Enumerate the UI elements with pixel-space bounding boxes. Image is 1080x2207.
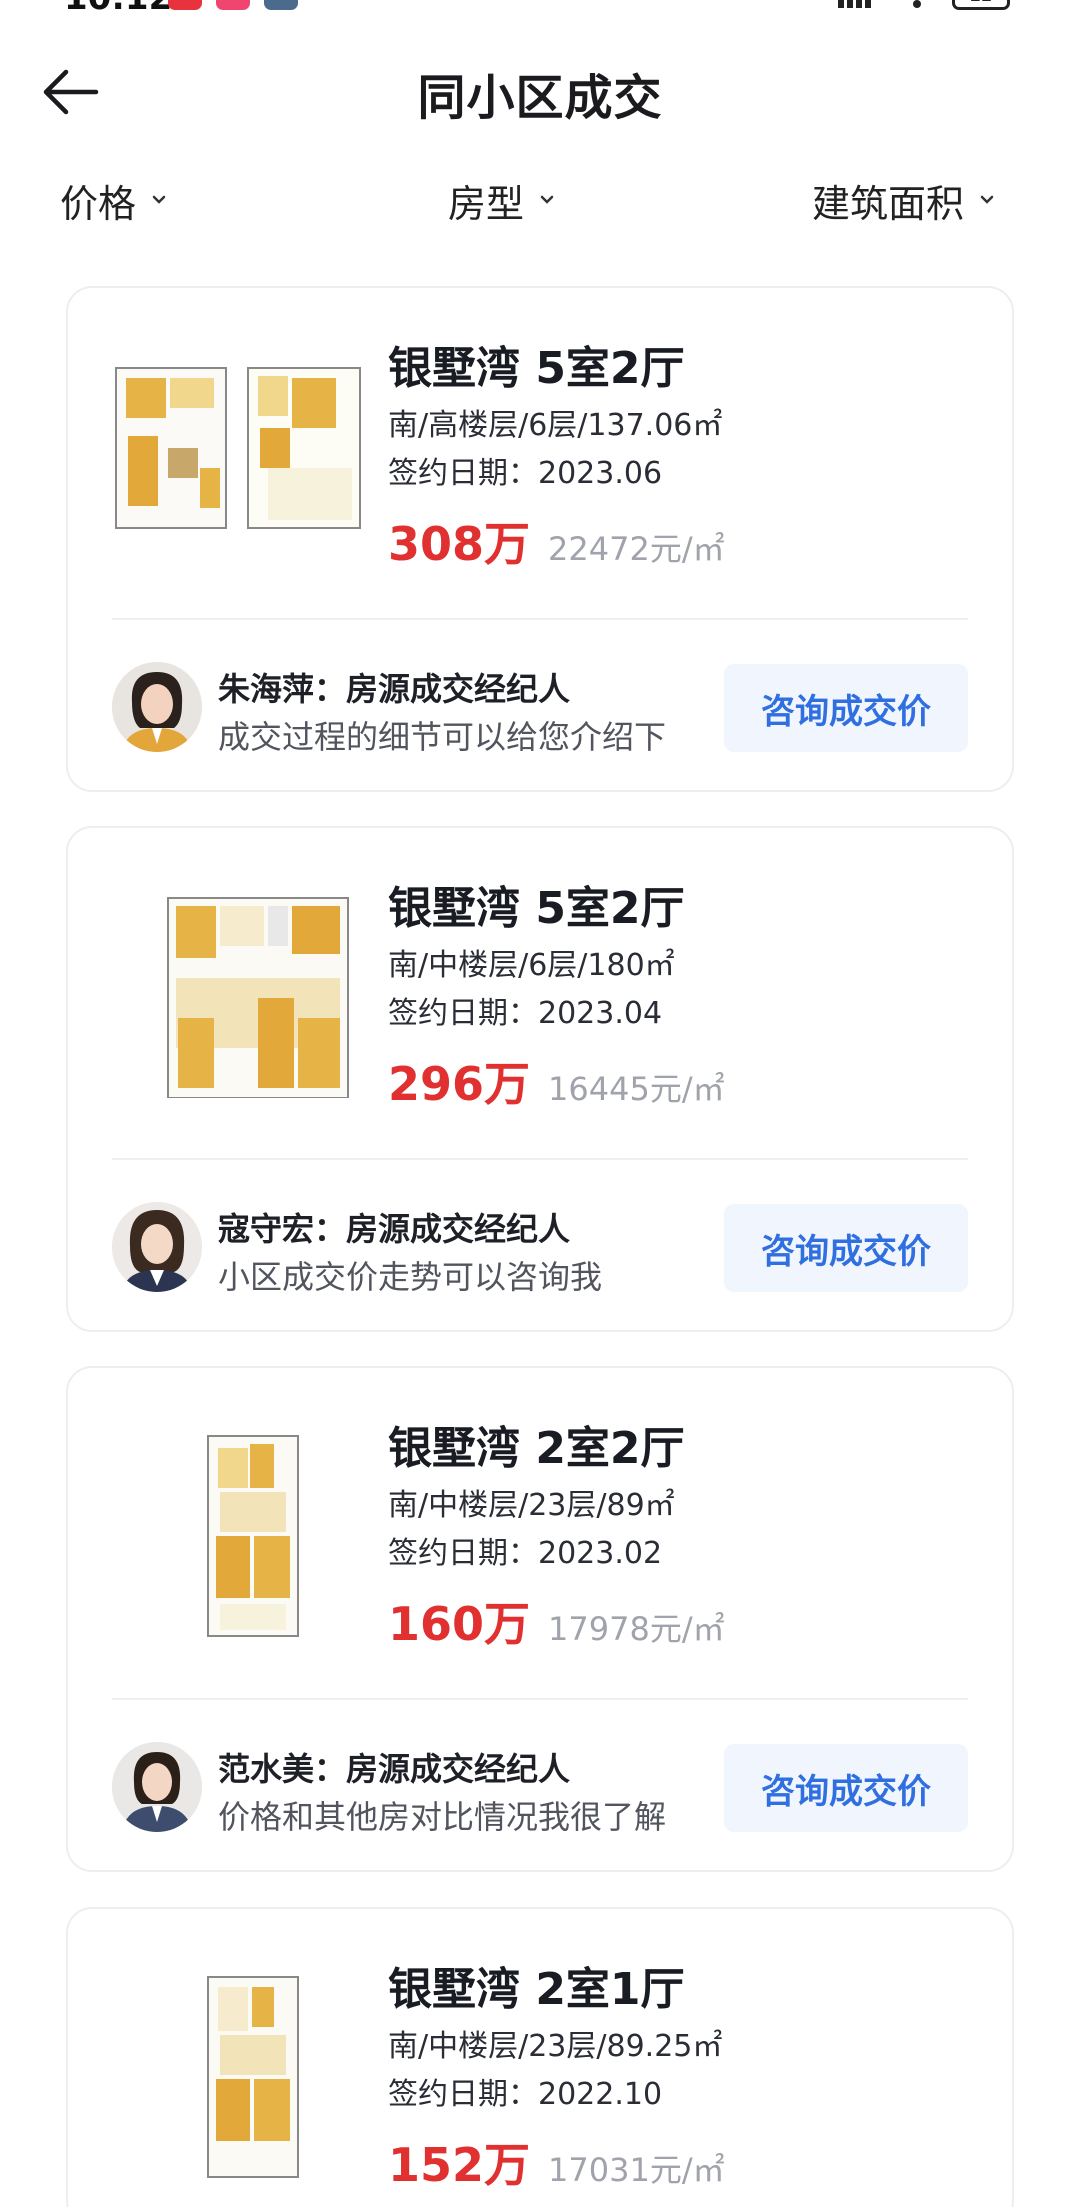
listing-summary[interactable]: 银墅湾 2室2厅 南/中楼层/23层/89㎡ 签约日期：2023.02 160万… bbox=[68, 1368, 1012, 1698]
agent-row: 范水美：房源成交经纪人 价格和其他房对比情况我很了解 咨询成交价 bbox=[68, 1700, 1012, 1874]
floor-plan-image bbox=[207, 1976, 299, 2178]
floor-plan-image bbox=[167, 897, 349, 1098]
agent-row: 朱海萍：房源成交经纪人 成交过程的细节可以给您介绍下 咨询成交价 bbox=[68, 620, 1012, 794]
avatar[interactable] bbox=[112, 1202, 202, 1292]
listing-card[interactable]: 银墅湾 5室2厅 南/高楼层/6层/137.06㎡ 签约日期：2023.06 3… bbox=[66, 286, 1014, 792]
filter-label: 建筑面积 bbox=[812, 181, 965, 226]
unit-price: 17031元/㎡ bbox=[548, 2151, 725, 2189]
floor-plan-image bbox=[115, 367, 361, 529]
chevron-down-icon bbox=[980, 195, 994, 204]
filter-area[interactable]: 建筑面积 bbox=[812, 172, 996, 228]
avatar[interactable] bbox=[112, 1742, 202, 1832]
listing-card[interactable]: 银墅湾 5室2厅 南/中楼层/6层/180㎡ 签约日期：2023.04 296万… bbox=[66, 826, 1014, 1332]
listing-date: 签约日期：2023.02 bbox=[388, 1536, 663, 1571]
listing-date: 签约日期：2022.10 bbox=[388, 2077, 663, 2112]
listing-summary[interactable]: 银墅湾 5室2厅 南/高楼层/6层/137.06㎡ 签约日期：2023.06 3… bbox=[68, 288, 1012, 618]
unit-price: 22472元/㎡ bbox=[548, 530, 725, 568]
notification-icon bbox=[264, 0, 298, 10]
agent-name: 朱海萍：房源成交经纪人 bbox=[218, 670, 571, 708]
wifi-icon bbox=[913, 0, 921, 8]
chevron-down-icon bbox=[152, 195, 166, 204]
listing-card[interactable]: 银墅湾 2室2厅 南/中楼层/23层/89㎡ 签约日期：2023.02 160万… bbox=[66, 1366, 1014, 1872]
listing-title: 银墅湾 2室2厅 bbox=[388, 1423, 685, 1474]
unit-price: 16445元/㎡ bbox=[548, 1070, 725, 1108]
agent-message: 小区成交价走势可以咨询我 bbox=[218, 1258, 603, 1296]
floor-plan-image bbox=[207, 1435, 299, 1637]
status-time: 10:12 bbox=[64, 0, 172, 18]
filter-price[interactable]: 价格 bbox=[60, 172, 168, 228]
consult-price-button[interactable]: 咨询成交价 bbox=[724, 1744, 968, 1832]
status-bar: 10:12 22 bbox=[0, 0, 1080, 20]
listing-title: 银墅湾 5室2厅 bbox=[388, 883, 685, 934]
header: 同小区成交 bbox=[0, 40, 1080, 160]
listing-card[interactable]: 银墅湾 2室1厅 南/中楼层/23层/89.25㎡ 签约日期：2022.10 1… bbox=[66, 1907, 1014, 2207]
battery-icon: 22 bbox=[952, 0, 1010, 10]
signal-icon bbox=[838, 0, 871, 8]
total-price: 160万 bbox=[388, 1597, 531, 1651]
listing-date: 签约日期：2023.04 bbox=[388, 996, 663, 1031]
agent-name: 范水美：房源成交经纪人 bbox=[218, 1750, 571, 1788]
total-price: 308万 bbox=[388, 517, 531, 571]
filter-layout[interactable]: 房型 bbox=[448, 172, 556, 228]
listing-title: 银墅湾 2室1厅 bbox=[388, 1964, 685, 2015]
agent-name: 寇守宏：房源成交经纪人 bbox=[218, 1210, 571, 1248]
listing-summary[interactable]: 银墅湾 2室1厅 南/中楼层/23层/89.25㎡ 签约日期：2022.10 1… bbox=[68, 1909, 1012, 2207]
price-row: 152万 17031元/㎡ bbox=[388, 2129, 725, 2195]
filter-label: 房型 bbox=[448, 181, 525, 226]
agent-message: 价格和其他房对比情况我很了解 bbox=[218, 1798, 667, 1836]
filter-label: 价格 bbox=[60, 181, 137, 226]
agent-row: 寇守宏：房源成交经纪人 小区成交价走势可以咨询我 咨询成交价 bbox=[68, 1160, 1012, 1334]
listing-date: 签约日期：2023.06 bbox=[388, 456, 663, 491]
filter-bar: 价格 房型 建筑面积 bbox=[0, 160, 1080, 240]
listing-title: 银墅湾 5室2厅 bbox=[388, 343, 685, 394]
listing-spec: 南/高楼层/6层/137.06㎡ bbox=[388, 408, 723, 443]
listing-spec: 南/中楼层/23层/89㎡ bbox=[388, 1488, 675, 1523]
avatar[interactable] bbox=[112, 662, 202, 752]
price-row: 296万 16445元/㎡ bbox=[388, 1048, 725, 1114]
notification-icon bbox=[168, 0, 202, 10]
chevron-down-icon bbox=[540, 195, 554, 204]
consult-price-button[interactable]: 咨询成交价 bbox=[724, 1204, 968, 1292]
listing-summary[interactable]: 银墅湾 5室2厅 南/中楼层/6层/180㎡ 签约日期：2023.04 296万… bbox=[68, 828, 1012, 1158]
page-title: 同小区成交 bbox=[417, 70, 663, 126]
price-row: 160万 17978元/㎡ bbox=[388, 1588, 725, 1654]
unit-price: 17978元/㎡ bbox=[548, 1610, 725, 1648]
listing-spec: 南/中楼层/6层/180㎡ bbox=[388, 948, 675, 983]
agent-message: 成交过程的细节可以给您介绍下 bbox=[218, 718, 667, 756]
total-price: 296万 bbox=[388, 1057, 531, 1111]
total-price: 152万 bbox=[388, 2138, 531, 2192]
listing-spec: 南/中楼层/23层/89.25㎡ bbox=[388, 2029, 723, 2064]
notification-icon bbox=[216, 0, 250, 10]
price-row: 308万 22472元/㎡ bbox=[388, 508, 725, 574]
consult-price-button[interactable]: 咨询成交价 bbox=[724, 664, 968, 752]
